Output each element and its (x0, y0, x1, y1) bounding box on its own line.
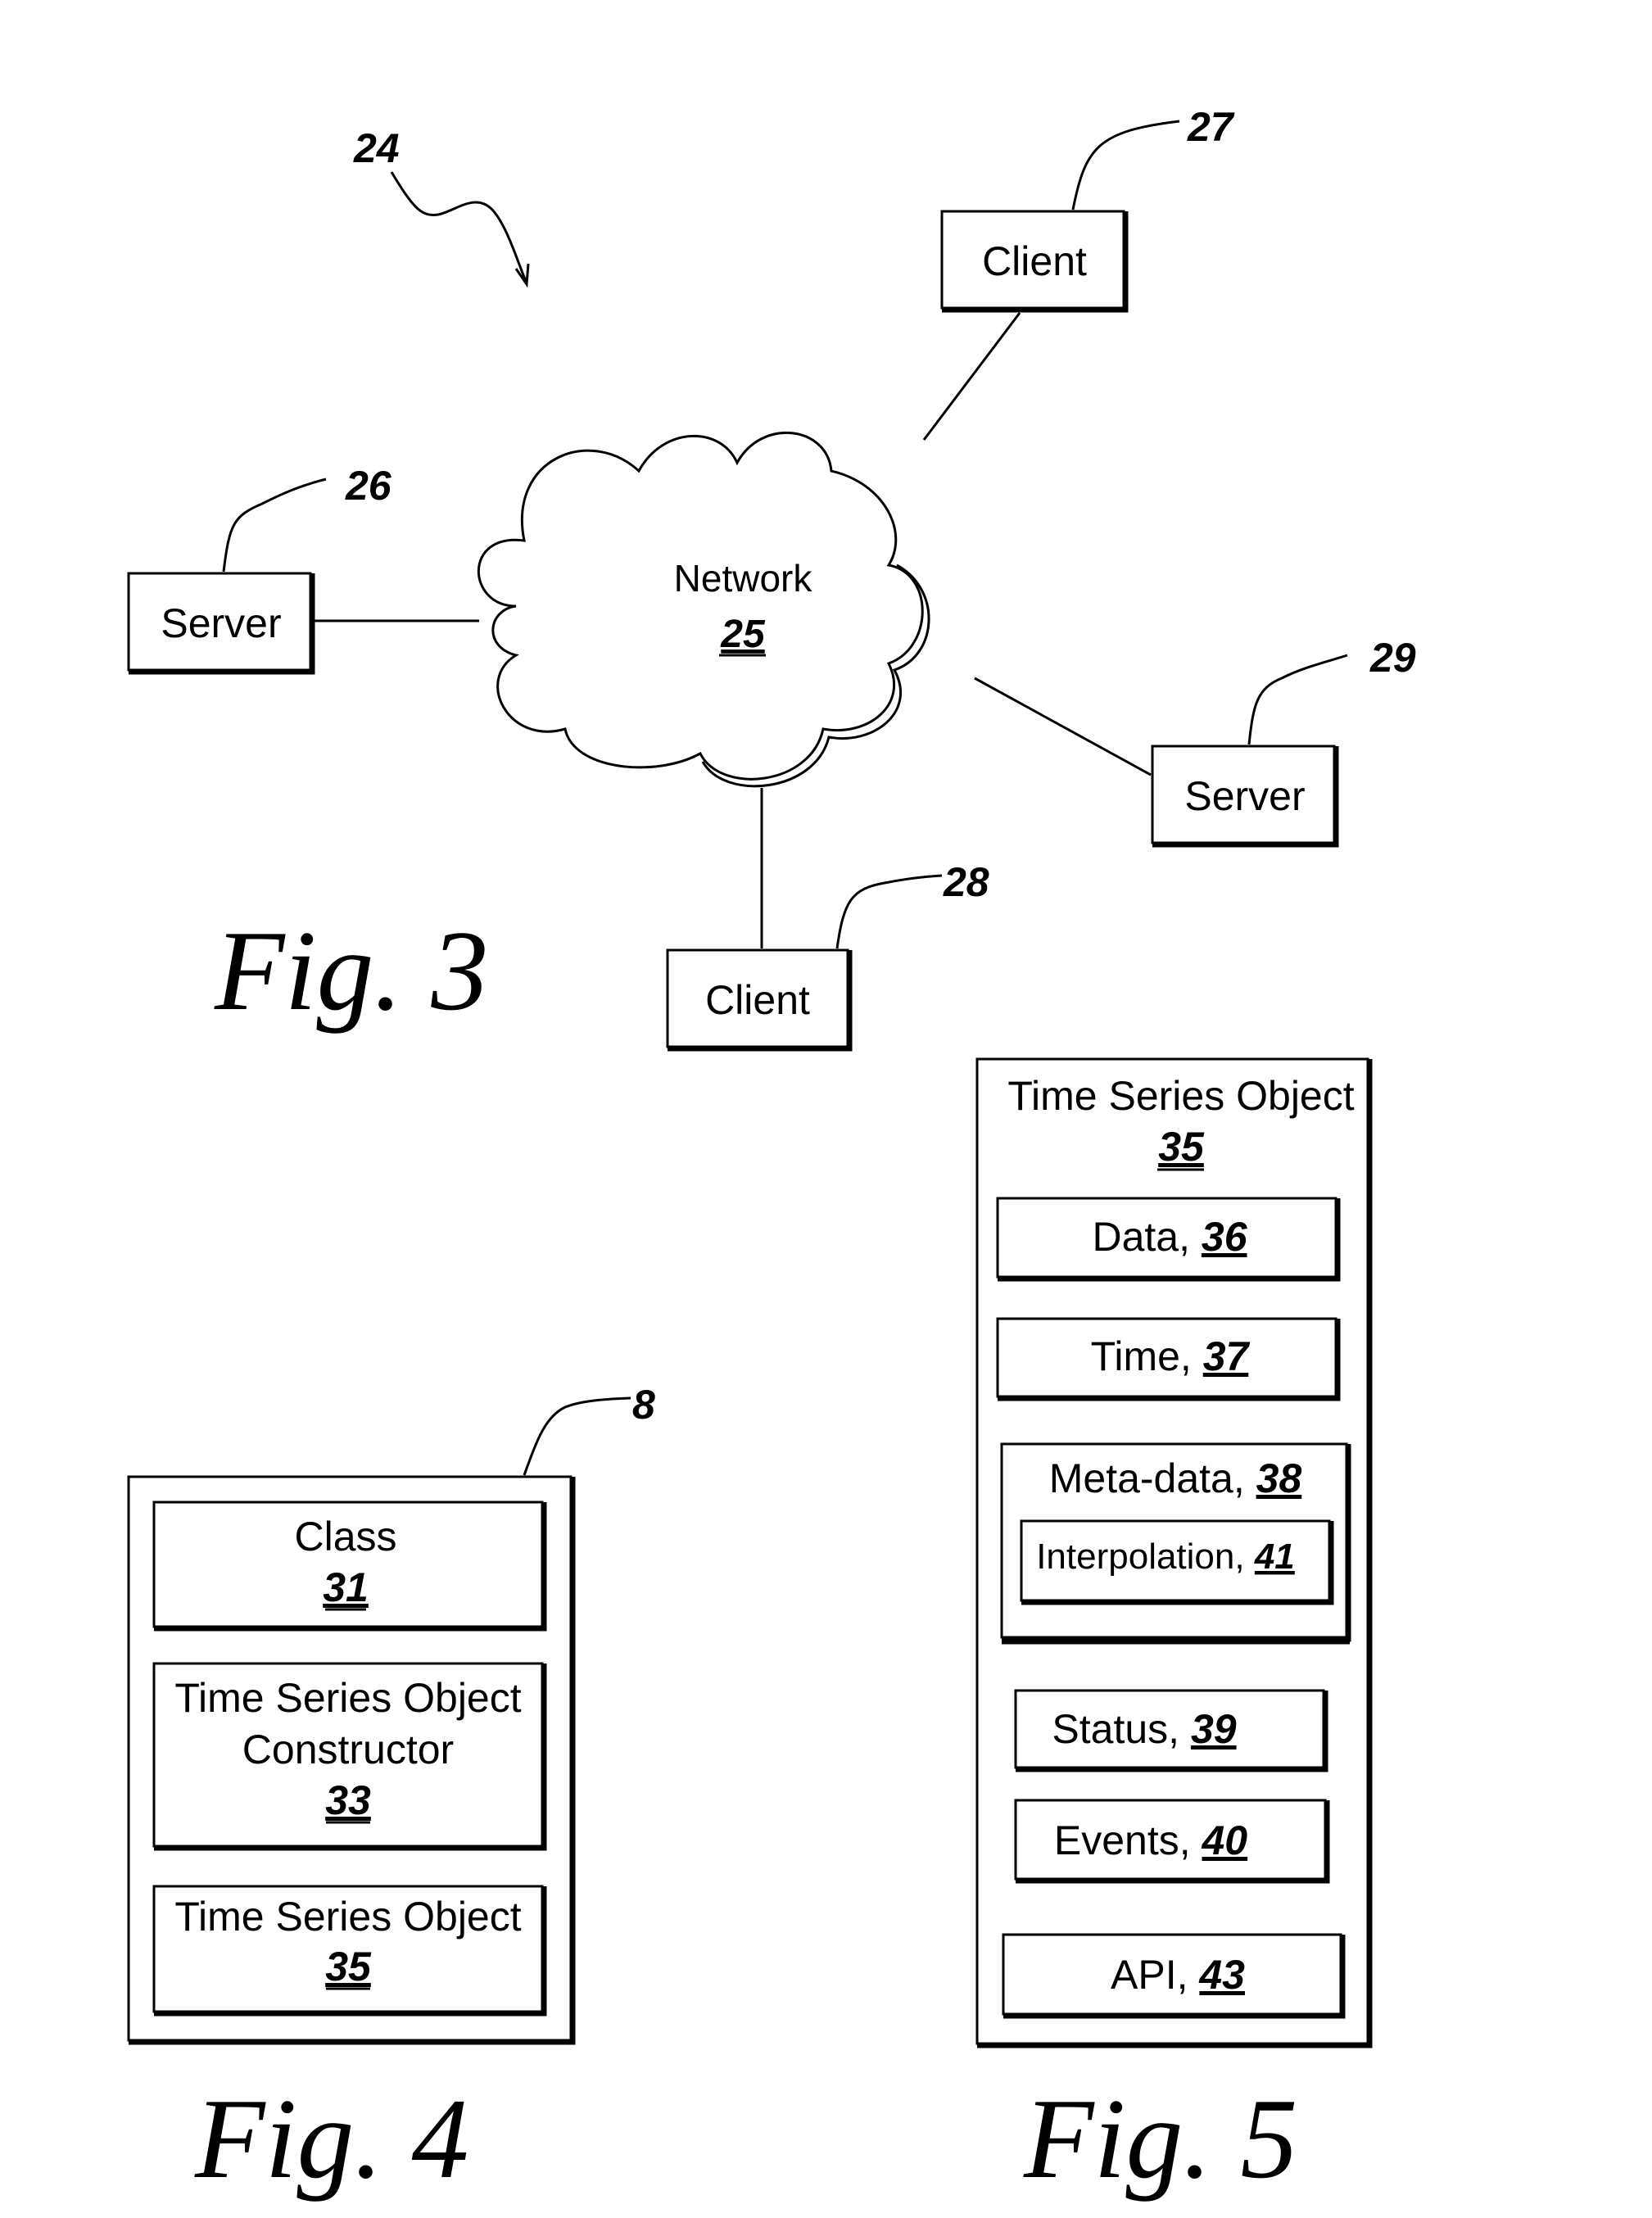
client-28-node[interactable]: Client 28 (666, 788, 989, 1052)
leader-29 (1247, 654, 1348, 745)
fig4-caption: Fig. 4 (194, 2075, 468, 2202)
data-label: Data, 36 (1092, 1214, 1247, 1260)
fig4-constructor-block[interactable]: Time Series Object Constructor 33 (152, 1662, 547, 1851)
tso-label: Time Series Object (174, 1894, 521, 1940)
api-ref: 43 (1198, 1952, 1245, 1998)
ref-label-24: 24 (353, 125, 400, 171)
network-label: Network (674, 557, 813, 600)
client-27-label: Client (982, 238, 1087, 284)
class-label: Class (294, 1514, 396, 1559)
time-label: Time, 37 (1091, 1333, 1251, 1379)
tso-ref: 35 (325, 1944, 372, 1989)
fig4-tso-block[interactable]: Time Series Object 35 (152, 1885, 547, 2017)
events-label: Events, 40 (1054, 1817, 1247, 1863)
events-ref: 40 (1202, 1817, 1248, 1863)
network-ref: 25 (720, 613, 766, 656)
ref-label-29: 29 (1369, 635, 1416, 681)
server-29-label: Server (1184, 773, 1305, 819)
fig5-time-block[interactable]: Time, 37 (996, 1317, 1341, 1401)
constructor-label-line2: Constructor (242, 1727, 454, 1772)
fig5-data-block[interactable]: Data, 36 (996, 1197, 1341, 1282)
class-ref: 31 (323, 1564, 369, 1610)
status-label: Status, 39 (1052, 1706, 1236, 1752)
ref-label-27: 27 (1187, 104, 1235, 150)
server-26-node[interactable]: Server 26 (127, 463, 479, 675)
fig5-status-block[interactable]: Status, 39 (1014, 1689, 1328, 1772)
client-28-label: Client (705, 977, 810, 1023)
fig5-title-ref: 35 (1158, 1124, 1205, 1170)
leader-8 (523, 1396, 631, 1476)
client-27-node[interactable]: Client 27 (922, 104, 1235, 441)
metadata-label: Meta-data, 38 (1049, 1455, 1302, 1501)
fig5-metadata-block[interactable]: Meta-data, 38 Interpolation, 41 (1000, 1442, 1351, 1645)
fig5-api-block[interactable]: API, 43 (1002, 1933, 1346, 2019)
constructor-ref: 33 (325, 1777, 371, 1823)
interpolation-label: Interpolation, 41 (1036, 1537, 1295, 1577)
network-cloud[interactable]: Network 25 (477, 431, 930, 788)
fig5-events-block[interactable]: Events, 40 (1014, 1799, 1330, 1884)
leader-27 (1071, 120, 1180, 210)
fig4: 8 Class 31 Time Series Object Constructo… (127, 1382, 655, 2202)
ref-label-28: 28 (943, 859, 989, 905)
server-29-node[interactable]: Server 29 (974, 635, 1416, 848)
metadata-ref: 38 (1256, 1455, 1302, 1501)
link-client-27 (922, 312, 1021, 441)
link-server-29 (974, 677, 1152, 776)
status-ref: 39 (1191, 1706, 1237, 1752)
system-arrow (390, 171, 528, 283)
server-26-label: Server (161, 600, 281, 646)
fig5: Time Series Object 35 Data, 36 Time, 37 … (975, 1057, 1373, 2202)
fig5-interpolation-block[interactable]: Interpolation, 41 (1020, 1519, 1334, 1605)
interpolation-ref: 41 (1254, 1537, 1295, 1577)
api-label: API, 43 (1111, 1952, 1245, 1998)
leader-28 (835, 874, 943, 949)
ref-label-8: 8 (632, 1382, 655, 1428)
ref-label-26: 26 (345, 463, 392, 509)
fig5-caption: Fig. 5 (1023, 2075, 1297, 2202)
patent-drawing-sheet: 24 Network 25 Client 27 Server 26 Server… (127, 104, 1416, 2202)
cloud-shape (477, 431, 924, 781)
fig3: 24 Network 25 Client 27 Server 26 Server… (127, 104, 1416, 1052)
leader-26 (222, 478, 327, 573)
time-ref: 37 (1203, 1333, 1251, 1379)
data-ref: 36 (1202, 1214, 1248, 1260)
fig3-caption: Fig. 3 (214, 908, 488, 1034)
constructor-label-line1: Time Series Object (174, 1675, 521, 1721)
fig4-class-block[interactable]: Class 31 (152, 1501, 547, 1632)
fig5-title: Time Series Object (1007, 1073, 1354, 1119)
